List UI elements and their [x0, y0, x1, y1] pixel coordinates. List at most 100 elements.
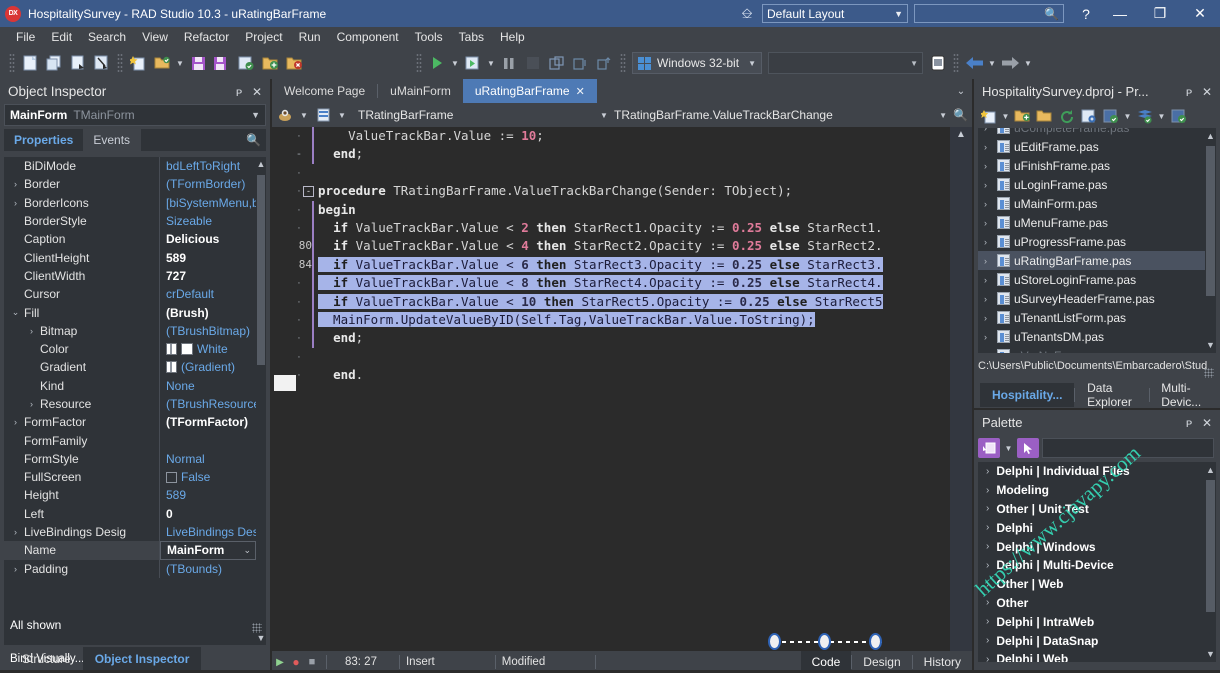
property-row[interactable]: Kind None: [4, 376, 256, 395]
palette-search-input[interactable]: [1042, 438, 1214, 458]
chevron-down-icon[interactable]: ▼: [598, 111, 610, 120]
remove-from-project-icon[interactable]: [282, 51, 306, 75]
palette-category-row[interactable]: › Delphi | Web: [978, 650, 1205, 662]
code-line[interactable]: if ValueTrackBar.Value < 4 then StarRect…: [318, 237, 950, 255]
property-row[interactable]: Color White: [4, 339, 256, 359]
slider-knob-code[interactable]: [768, 633, 781, 650]
close-button[interactable]: ✕: [1180, 0, 1220, 27]
menu-item-run[interactable]: Run: [291, 28, 329, 46]
project-dock-tab[interactable]: Multi-Devic...: [1149, 376, 1220, 414]
editor-tab-welcome-page[interactable]: Welcome Page: [272, 79, 378, 103]
menu-item-component[interactable]: Component: [329, 28, 407, 46]
property-row[interactable]: › Padding (TBounds): [4, 559, 256, 578]
record-icon[interactable]: ●: [288, 655, 304, 669]
chevron-down-icon[interactable]: ▼: [1156, 112, 1167, 121]
chevron-right-icon[interactable]: ›: [986, 541, 989, 552]
property-value-cell[interactable]: False: [160, 468, 256, 486]
build-icon[interactable]: [1100, 106, 1121, 126]
chevron-right-icon[interactable]: ›: [986, 654, 989, 662]
save-all-icon[interactable]: [210, 51, 234, 75]
property-value-cell[interactable]: 727: [160, 267, 256, 285]
chevron-right-icon[interactable]: ›: [984, 218, 993, 228]
class-browser-icon[interactable]: [276, 106, 294, 124]
code-line[interactable]: MainForm.UpdateValueByID(Self.Tag,ValueT…: [318, 311, 950, 329]
code-line[interactable]: [318, 348, 950, 366]
property-value-cell[interactable]: (TBrushBitmap): [160, 322, 256, 340]
property-value-cell[interactable]: Sizeable: [160, 212, 256, 230]
code-line[interactable]: begin: [318, 201, 950, 219]
project-tree-item[interactable]: › uMainForm.pas: [978, 194, 1205, 213]
chevron-right-icon[interactable]: ›: [984, 351, 993, 354]
desktop-layout-icon[interactable]: ⎒: [736, 3, 758, 25]
project-tree-item[interactable]: › uProgressFrame.pas: [978, 232, 1205, 251]
chevron-right-icon[interactable]: ›: [986, 466, 989, 477]
compile-icon[interactable]: [1168, 106, 1189, 126]
new-component-icon[interactable]: [978, 438, 1000, 458]
chevron-down-icon[interactable]: ▼: [1022, 59, 1034, 68]
search-icon[interactable]: 🔍: [953, 108, 968, 122]
dock-tab-structure[interactable]: Structure: [10, 647, 83, 671]
toolbar-grip-4[interactable]: [620, 53, 626, 73]
code-line[interactable]: [318, 164, 950, 182]
chevron-right-icon[interactable]: ›: [10, 417, 21, 427]
project-tree-item[interactable]: › uEditFrame.pas: [978, 137, 1205, 156]
editor-tab-umainform[interactable]: uMainForm: [378, 79, 463, 103]
chevron-right-icon[interactable]: ›: [986, 522, 989, 533]
toolbar-grip-5[interactable]: [953, 53, 959, 73]
editor-class-name[interactable]: TRatingBarFrame: [358, 108, 594, 122]
refresh-icon[interactable]: [1056, 106, 1077, 126]
properties-scrollbar[interactable]: ▲ ▼: [256, 157, 266, 645]
toolbar-grip-2[interactable]: [117, 53, 123, 73]
run-arrow-icon[interactable]: ▶: [272, 657, 288, 668]
scroll-up-icon[interactable]: ▲: [1205, 131, 1216, 141]
chevron-right-icon[interactable]: ›: [986, 560, 989, 571]
chevron-right-icon[interactable]: ›: [984, 142, 993, 152]
save-project-icon[interactable]: [234, 51, 258, 75]
palette-category-row[interactable]: › Delphi | Individual Files: [978, 462, 1205, 481]
chevron-down-icon[interactable]: ▼: [1000, 112, 1011, 121]
project-tree-item[interactable]: › uCompleteFrame.pas: [978, 128, 1205, 137]
minimize-button[interactable]: —: [1100, 0, 1140, 27]
property-value-cell[interactable]: None: [160, 377, 256, 395]
menu-item-search[interactable]: Search: [80, 28, 134, 46]
target-platform-dropdown[interactable]: Windows 32-bit ▼: [632, 52, 762, 74]
dock-tab-object-inspector[interactable]: Object Inspector: [82, 647, 202, 671]
property-row[interactable]: Height 589: [4, 486, 256, 505]
property-row[interactable]: FormStyle Normal: [4, 449, 256, 469]
property-row[interactable]: BiDiMode bdLeftToRight: [4, 157, 256, 176]
property-value-cell[interactable]: 0: [160, 505, 256, 523]
palette-category-row[interactable]: › Delphi | Multi-Device: [978, 556, 1205, 575]
close-icon[interactable]: ✕: [1198, 414, 1216, 432]
property-row[interactable]: Name MainForm ⌄: [4, 541, 256, 560]
property-value-cell[interactable]: (TFormBorder): [160, 175, 256, 193]
property-row[interactable]: BorderStyle Sizeable: [4, 211, 256, 231]
tab-events[interactable]: Events: [83, 129, 141, 151]
chevron-right-icon[interactable]: ›: [26, 326, 37, 336]
close-icon[interactable]: ✕: [576, 85, 585, 98]
procedure-icon[interactable]: [314, 106, 332, 124]
project-dock-tab[interactable]: Hospitality...: [980, 383, 1075, 407]
property-value-cell[interactable]: Delicious: [160, 230, 256, 248]
project-tree-item[interactable]: › uFinishFrame.pas: [978, 156, 1205, 175]
step-over-icon[interactable]: [545, 51, 569, 75]
property-row[interactable]: ›LiveBindings Desig LiveBindings Designer: [4, 522, 256, 542]
property-value-cell[interactable]: (TFormFactor): [160, 413, 256, 431]
property-value-cell[interactable]: (Gradient): [160, 358, 256, 376]
code-line[interactable]: procedure TRatingBarFrame.ValueTrackBarC…: [318, 182, 950, 200]
scroll-down-icon[interactable]: ▼: [1205, 340, 1216, 350]
chevron-right-icon[interactable]: ›: [10, 179, 21, 189]
step-out-icon[interactable]: [593, 51, 617, 75]
palette-category-row[interactable]: › Other | Unit Test: [978, 500, 1205, 519]
chevron-right-icon[interactable]: ›: [986, 579, 989, 590]
chevron-down-icon[interactable]: ▼: [174, 59, 186, 68]
save-icon[interactable]: [186, 51, 210, 75]
chevron-down-icon[interactable]: ▼: [937, 111, 949, 120]
code-line[interactable]: ValueTrackBar.Value := 10;: [318, 127, 950, 145]
property-row[interactable]: FormFamily: [4, 431, 256, 450]
run-icon[interactable]: [425, 51, 449, 75]
chevron-right-icon[interactable]: ›: [984, 237, 993, 247]
pause-icon[interactable]: [497, 51, 521, 75]
property-value-cell[interactable]: (TBrushResource): [160, 395, 256, 413]
code-line[interactable]: end.: [318, 366, 950, 384]
palette-category-row[interactable]: › Delphi | IntraWeb: [978, 612, 1205, 631]
